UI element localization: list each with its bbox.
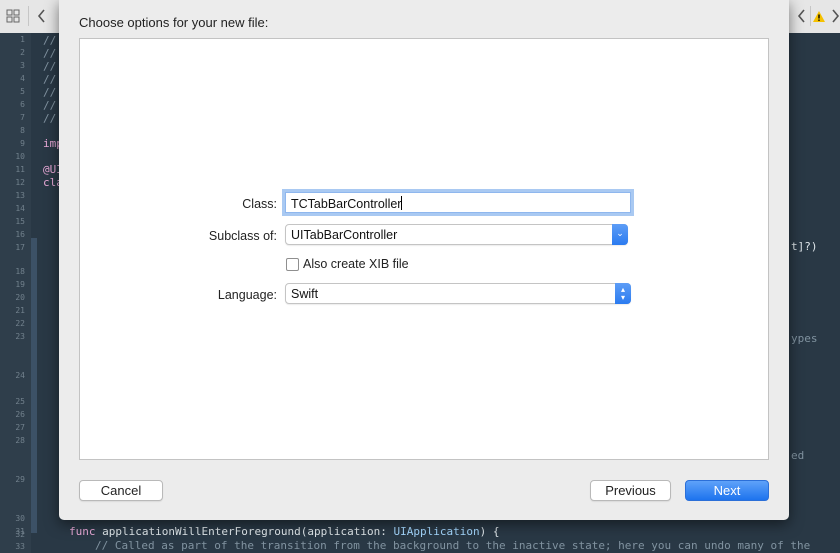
create-xib-label: Also create XIB file bbox=[303, 257, 409, 271]
code-fragment: // bbox=[43, 73, 57, 86]
line-number: 27 bbox=[15, 423, 25, 432]
line-number: 9 bbox=[20, 139, 25, 148]
line-number: 21 bbox=[15, 306, 25, 315]
line-number: 28 bbox=[15, 436, 25, 445]
code-fragment: // bbox=[43, 112, 57, 125]
line-number: 18 bbox=[15, 267, 25, 276]
line-number: 24 bbox=[15, 371, 25, 380]
line-number: 3 bbox=[20, 61, 25, 70]
subclass-value: UITabBarController bbox=[291, 228, 398, 242]
line-number: 23 bbox=[15, 332, 25, 341]
code-fragment: t]?) bbox=[791, 240, 818, 253]
line-number: 20 bbox=[15, 293, 25, 302]
line-number: 14 bbox=[15, 204, 25, 213]
line-number: 30 bbox=[15, 514, 25, 523]
previous-button[interactable]: Previous bbox=[590, 480, 671, 501]
language-label: Language: bbox=[217, 288, 277, 302]
language-popup[interactable]: Swift ▴ ▾ bbox=[285, 283, 631, 304]
line-number: 7 bbox=[20, 113, 25, 122]
line-number: 8 bbox=[20, 126, 25, 135]
line-number: 29 bbox=[15, 475, 25, 484]
subclass-popup[interactable]: UITabBarController ⌄ bbox=[285, 224, 628, 245]
cancel-button[interactable]: Cancel bbox=[79, 480, 163, 501]
scope-stripe bbox=[31, 238, 37, 533]
class-name-value: TCTabBarController bbox=[291, 197, 402, 211]
line-number: 5 bbox=[20, 87, 25, 96]
line-number: 17 bbox=[15, 243, 25, 252]
forward-chevron-icon[interactable] bbox=[825, 6, 840, 26]
line-number: 6 bbox=[20, 100, 25, 109]
code-line-func: func applicationWillEnterForeground(appl… bbox=[69, 525, 499, 538]
code-line-comment: // Called as part of the transition from… bbox=[95, 539, 811, 552]
language-value: Swift bbox=[291, 287, 319, 301]
new-file-options-sheet: Choose options for your new file: Class:… bbox=[59, 0, 789, 520]
function-signature: applicationWillEnterForeground(applicati… bbox=[95, 525, 394, 538]
line-number: 10 bbox=[15, 152, 25, 161]
keyword-func: func bbox=[69, 525, 96, 538]
line-number: 32 bbox=[15, 530, 25, 539]
type-name: UIApplication bbox=[393, 525, 480, 538]
class-name-field[interactable]: TCTabBarController bbox=[285, 192, 631, 213]
code-fragment: // bbox=[43, 47, 57, 60]
options-panel: Class: TCTabBarController Subclass of: U… bbox=[79, 38, 769, 460]
back-chevron-icon[interactable] bbox=[32, 6, 52, 26]
line-number: 4 bbox=[20, 74, 25, 83]
line-number: 33 bbox=[15, 542, 25, 551]
line-number: 19 bbox=[15, 280, 25, 289]
line-number: 25 bbox=[15, 397, 25, 406]
line-number: 16 bbox=[15, 230, 25, 239]
sheet-title: Choose options for your new file: bbox=[79, 15, 269, 30]
chevron-down-icon: ⌄ bbox=[612, 224, 628, 245]
line-number: 2 bbox=[20, 48, 25, 57]
line-number: 12 bbox=[15, 178, 25, 187]
code-fragment: // bbox=[43, 86, 57, 99]
line-gutter: 1 2 3 4 5 6 7 8 9 10 11 12 13 14 15 16 1… bbox=[0, 33, 31, 553]
up-down-chevron-icon: ▴ ▾ bbox=[615, 283, 631, 304]
line-number: 15 bbox=[15, 217, 25, 226]
subclass-label: Subclass of: bbox=[208, 229, 277, 243]
grid-icon[interactable] bbox=[3, 6, 23, 26]
line-number: 1 bbox=[20, 35, 25, 44]
line-number: 11 bbox=[15, 165, 25, 174]
next-button[interactable]: Next bbox=[685, 480, 769, 501]
line-number: 22 bbox=[15, 319, 25, 328]
code-fragment: // bbox=[43, 99, 57, 112]
code-fragment: ypes bbox=[791, 332, 818, 345]
text-caret bbox=[401, 196, 403, 210]
code-fragment: // bbox=[43, 60, 57, 73]
toolbar-divider bbox=[28, 6, 29, 26]
code-fragment: // bbox=[43, 34, 57, 47]
line-number: 13 bbox=[15, 191, 25, 200]
class-label: Class: bbox=[242, 197, 277, 211]
create-xib-checkbox[interactable] bbox=[286, 258, 299, 271]
function-brace: ) { bbox=[479, 525, 500, 538]
code-fragment: ed bbox=[791, 449, 805, 462]
line-number: 26 bbox=[15, 410, 25, 419]
